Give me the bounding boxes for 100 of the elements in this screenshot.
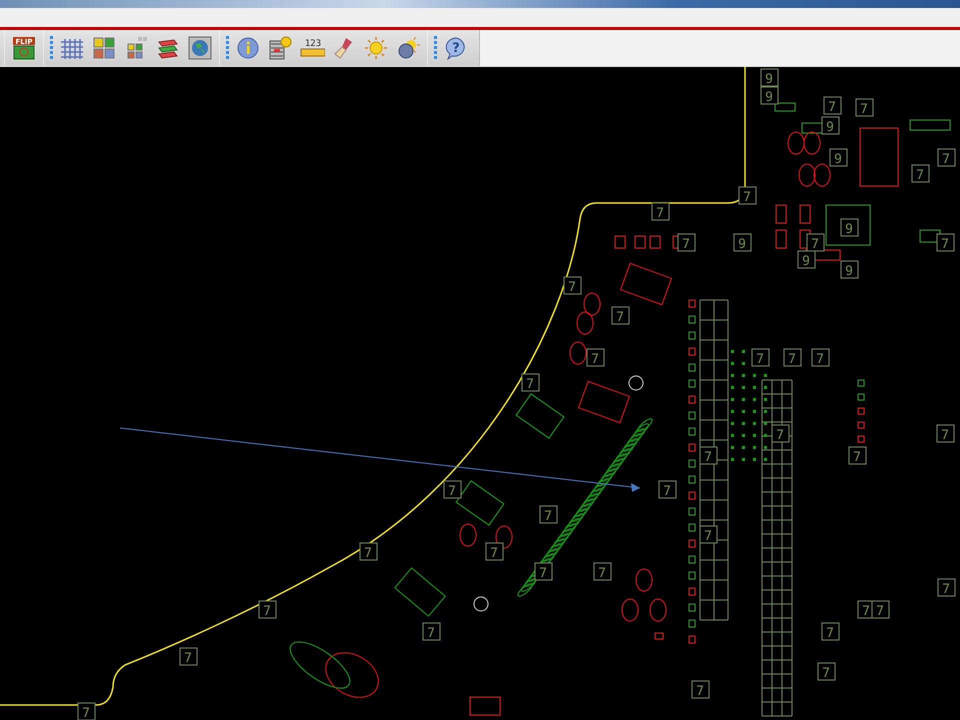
globe-grid-icon [188,36,212,60]
globe-button[interactable] [187,35,213,61]
pin-outline [637,418,653,432]
pad-label: 7 [526,377,534,392]
pad-outline [912,164,930,182]
pin-outline [520,578,536,592]
pad-outline [534,562,552,580]
pad-outline [772,424,790,442]
list-info-button[interactable] [267,35,293,61]
pin-outline [576,503,591,517]
pad-label: 7 [743,190,751,205]
pad-label: 7 [539,566,547,581]
pad-outline [734,234,752,252]
oval-pad-outline [636,568,652,592]
pad-label: 7 [568,280,576,295]
pad-label: 9 [845,264,853,279]
pad-label: 7 [263,604,271,619]
help-button[interactable]: ? [443,35,469,61]
pad-outline [564,276,582,294]
pad-label: 9 [845,222,853,237]
pin-outline [546,543,562,557]
pin-outline [616,448,631,462]
pad-outline [612,306,630,324]
pad-label: 7 [826,626,834,641]
pad-outline [594,562,612,580]
component-outline [620,262,672,306]
pad-outline [180,648,198,666]
pad-label: 7 [184,651,192,666]
pad-label: 7 [828,100,836,115]
hole-outline [628,376,644,390]
component-outline [455,480,505,526]
pad-label: 9 [765,90,773,105]
oval-pad-outline [576,312,594,334]
oval-pad-outline [814,164,830,186]
pad-outline [658,480,676,498]
pad-label: 9 [802,254,810,269]
component-squares-icon [92,36,116,60]
pad-label: 7 [860,102,868,117]
pad-outline [738,186,756,204]
pad-label: 9 [738,237,746,252]
oval-pad-outline [570,342,586,364]
parts-button[interactable] [91,35,117,61]
pad-outline [522,374,540,392]
pad-label: 7 [916,168,924,183]
pin-outline [604,463,620,477]
pin-outline [612,453,628,467]
oval-pad-outline [496,526,512,548]
pad-label: 7 [811,237,819,252]
pad-outline [824,96,842,114]
pin-outline [582,493,598,507]
ruler-button[interactable]: 123 [299,35,325,61]
pad-label: 7 [598,566,606,581]
pad-label: 7 [696,684,704,699]
info-button[interactable] [235,35,261,61]
pad-label: 7 [942,582,950,597]
component-outline [614,236,626,248]
pin-outline [594,478,610,492]
pad-outline [840,218,858,236]
pad-label: 7 [656,206,664,221]
oval-pad-outline [290,641,350,689]
pad-label: 7 [490,546,498,561]
pin-outline [568,513,584,527]
pad-label: 7 [822,666,830,681]
pad-label: 7 [682,237,690,252]
dim-sun-icon [396,36,420,60]
pad-outline [486,542,504,560]
toolbar-grip[interactable] [50,36,53,60]
pin-outline [572,508,588,522]
oval-pad-outline [460,524,476,546]
pin-outline [634,423,650,437]
component-outline [802,122,822,134]
pad-outline [938,578,956,596]
pad-outline [540,506,558,524]
pad-label: 7 [364,546,372,561]
pin-outline [579,498,594,512]
pad-label: 7 [756,352,764,367]
oval-pad-outline [622,598,638,622]
component-outline [826,204,870,246]
pad-outline [856,98,874,116]
pad-outline [444,480,462,498]
pad-label: 7 [82,706,90,720]
pad-outline [840,260,858,278]
pin-outline [600,468,616,482]
pad-outline [752,348,770,366]
toolbar-grip[interactable] [226,36,229,60]
component-outline [654,632,664,640]
pad-label: 7 [941,237,949,252]
component-outline [394,567,446,617]
pad-outline [938,148,956,166]
pad-outline [872,600,890,618]
sun-icon [364,36,388,60]
component-outline [470,696,500,716]
sun-button[interactable] [363,35,389,61]
pin-outline [622,438,638,452]
grid-icon [60,36,84,60]
pad-outline [806,234,824,252]
pad-label: 7 [776,428,784,443]
pin-outline [557,528,573,542]
toolbar-grip[interactable] [434,36,437,60]
oval-pad-outline [788,132,804,154]
